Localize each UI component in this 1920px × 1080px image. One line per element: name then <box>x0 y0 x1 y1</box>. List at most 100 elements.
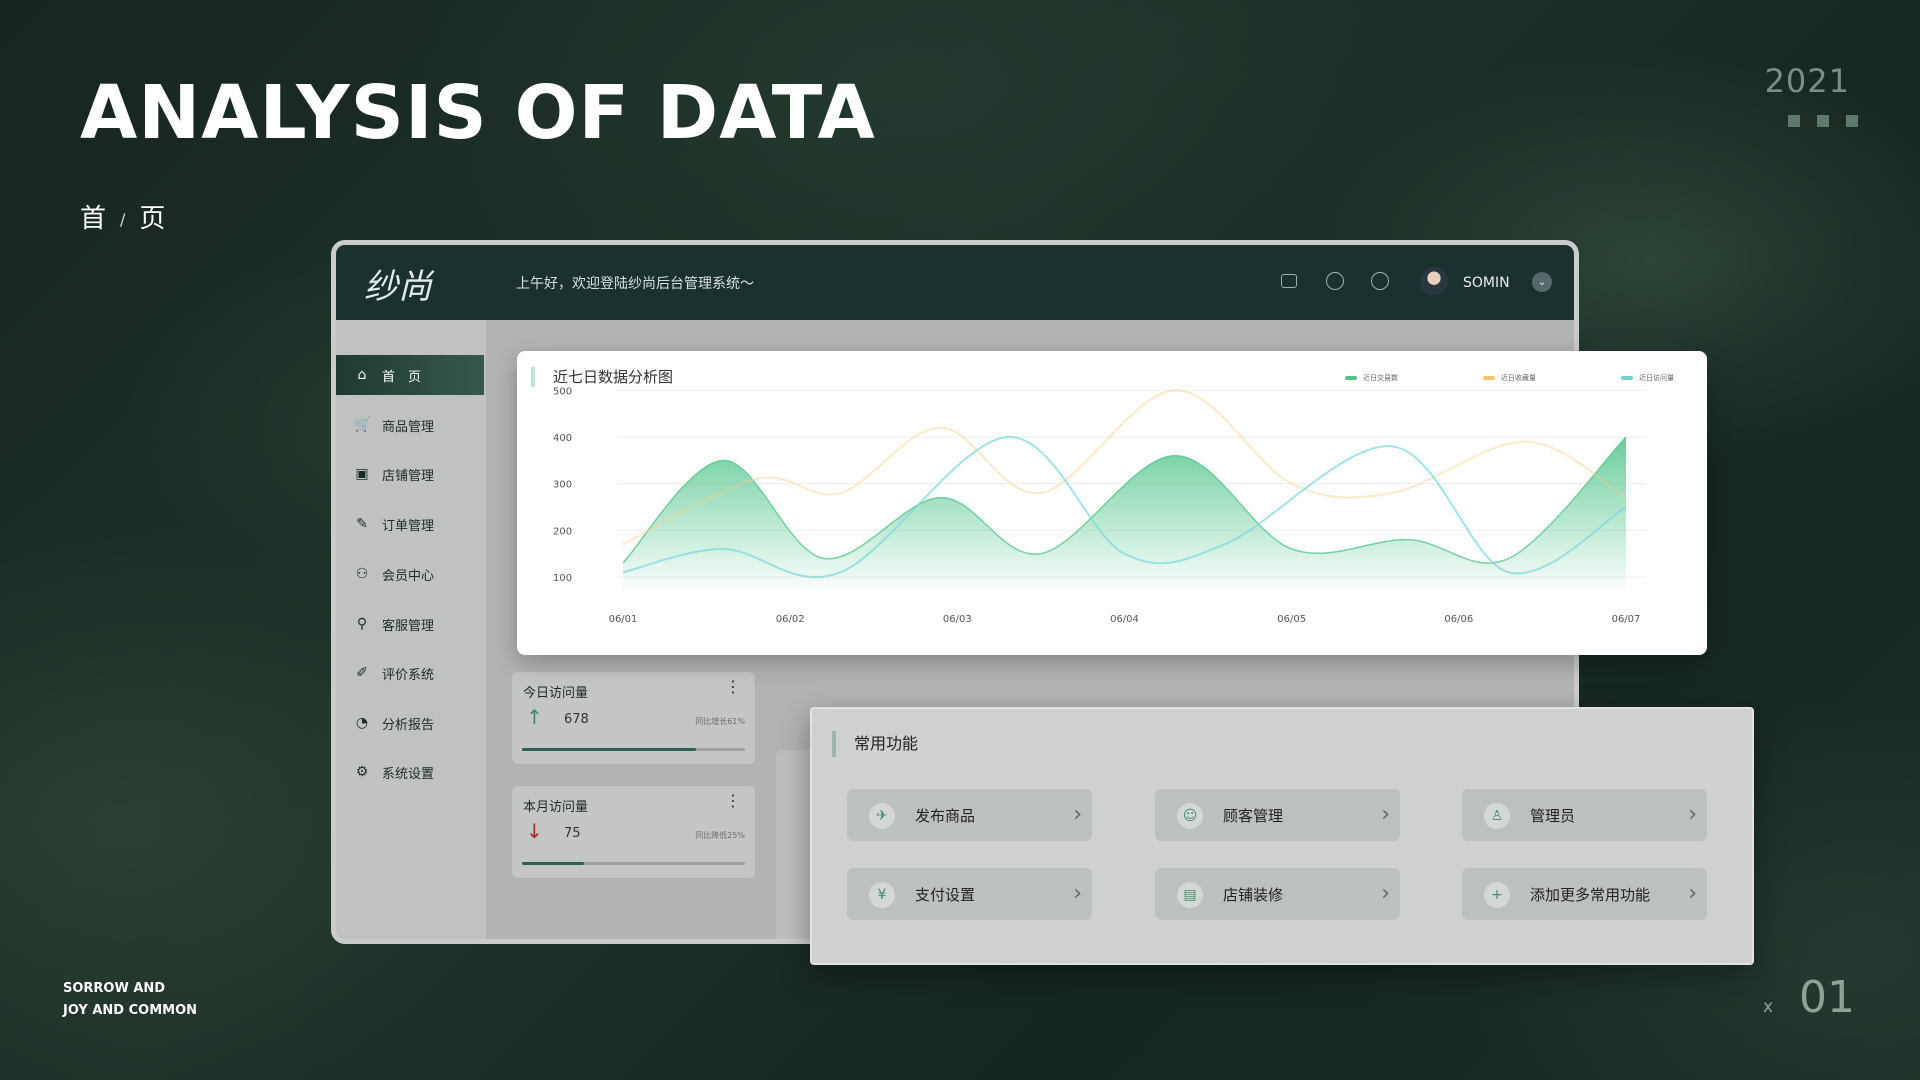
gear-icon: ⚙ <box>355 764 369 780</box>
sidebar-item-label: 店铺管理 <box>382 468 435 484</box>
order-edit-icon: ✎ <box>356 516 368 532</box>
customer-icon: ☺ <box>1177 803 1203 829</box>
sidebar-item-label: 系统设置 <box>382 766 435 782</box>
shop-decor-icon: ▤ <box>1177 882 1203 908</box>
sidebar-item-2[interactable]: ▣ 店铺管理 <box>336 454 484 494</box>
sidebar-item-5[interactable]: ⚲ 客服管理 <box>336 604 484 644</box>
arrow-up-icon: ↑ <box>526 705 543 729</box>
footer-line-1: SORROW AND <box>63 981 166 996</box>
chevron-right-icon: › <box>1688 802 1697 827</box>
sidebar-item-label: 会员中心 <box>382 568 435 584</box>
function-button-3[interactable]: ¥ 支付设置 › <box>847 868 1092 920</box>
sidebar-item-label: 客服管理 <box>382 618 435 634</box>
page-number: x 01 <box>1763 972 1855 1023</box>
chevron-right-icon: › <box>1688 881 1697 906</box>
function-button-label: 顾客管理 <box>1223 806 1284 825</box>
x-tick-label: 06/04 <box>1110 614 1139 625</box>
more-icon[interactable]: ⋮ <box>725 679 741 695</box>
page-x: x <box>1762 997 1773 1017</box>
month-visits-compare: 同比降低25% <box>695 831 745 840</box>
store-icon: ▣ <box>355 466 369 482</box>
today-visits-compare: 同比增长61% <box>695 717 745 726</box>
cart-icon: 🛒 <box>354 417 372 433</box>
page-number-value: 01 <box>1799 972 1855 1023</box>
message-icon[interactable] <box>1281 274 1297 288</box>
admin-icon: ♙ <box>1484 803 1510 829</box>
y-tick-label: 300 <box>553 480 572 491</box>
month-visits-card: 本月访问量 ⋮ ↓ 75 同比降低25% <box>512 786 755 878</box>
sidebar-item-8[interactable]: ⚙ 系统设置 <box>336 752 484 792</box>
line-area-chart: 500 400 300 200 100 06/01 06/02 06/03 06/04 06/05… <box>553 386 1646 625</box>
chevron-down-icon[interactable]: ⌄ <box>1532 272 1552 292</box>
chevron-right-icon: › <box>1381 802 1390 827</box>
year-label: 2021 <box>1764 62 1850 100</box>
y-tick-label: 200 <box>553 526 572 537</box>
greeting-text: 上午好，欢迎登陆纱尚后台管理系统～ <box>516 276 754 292</box>
x-tick-label: 06/01 <box>609 614 638 625</box>
series-area-transactions <box>623 437 1626 591</box>
breadcrumb-separator: / <box>120 210 126 229</box>
brand-logo[interactable]: 纱尚 <box>364 259 432 308</box>
sidebar-item-4[interactable]: ⚇ 会员中心 <box>336 554 484 594</box>
functions-title: 常用功能 <box>832 731 918 757</box>
y-tick-label: 100 <box>553 573 572 584</box>
arrow-down-icon: ↓ <box>526 819 543 843</box>
more-icon[interactable]: ⋮ <box>725 793 741 809</box>
function-button-4[interactable]: ▤ 店铺装修 › <box>1155 868 1400 920</box>
sidebar-item-label: 首 页 <box>382 369 422 385</box>
sidebar-item-0[interactable]: ⌂ 首 页 <box>336 355 484 395</box>
x-tick-label: 06/05 <box>1277 614 1306 625</box>
sidebar-item-label: 订单管理 <box>382 518 435 534</box>
top-bar: 纱尚 上午好，欢迎登陆纱尚后台管理系统～ SOMIN ⌄ <box>336 245 1574 320</box>
x-tick-label: 06/03 <box>943 614 972 625</box>
function-button-label: 店铺装修 <box>1223 885 1284 904</box>
username[interactable]: SOMIN <box>1463 275 1510 291</box>
today-visits-card: 今日访问量 ⋮ ↑ 678 同比增长61% <box>512 672 755 764</box>
y-tick-label: 500 <box>553 386 572 397</box>
breadcrumb: 首 / 页 <box>80 198 165 235</box>
function-button-label: 管理员 <box>1530 806 1576 825</box>
search-icon[interactable] <box>1326 272 1344 290</box>
sidebar-item-label: 商品管理 <box>382 419 435 435</box>
sidebar: ⌂ 首 页 🛒 商品管理 ▣ 店铺管理 ✎ 订单管理 ⚇ 会员中心 ⚲ 客服管理 ✐ 评价系统 ◔ 分析报告 ⚙… <box>336 320 486 939</box>
x-tick-label: 06/02 <box>776 614 805 625</box>
function-button-5[interactable]: + 添加更多常用功能 › <box>1462 868 1707 920</box>
sidebar-item-6[interactable]: ✐ 评价系统 <box>336 653 484 693</box>
plus-icon: + <box>1484 882 1510 908</box>
service-user-icon: ⚲ <box>356 616 368 632</box>
footer-text: SORROW AND JOY AND COMMON <box>63 978 197 1022</box>
send-icon: ✈ <box>869 803 895 829</box>
chevron-right-icon: › <box>1073 802 1082 827</box>
today-visits-value: 678 <box>564 712 589 727</box>
slide-title: ANALYSIS OF DATA <box>80 70 876 156</box>
common-functions-card: 常用功能 ✈ 发布商品 › ☺ 顾客管理 › ♙ 管理员 › ¥ 支付设置 › ▤ 店铺装修 › + 添加更多常… <box>810 707 1754 965</box>
month-visits-progress <box>522 862 745 865</box>
function-button-2[interactable]: ♙ 管理员 › <box>1462 789 1707 841</box>
avatar[interactable] <box>1420 267 1448 295</box>
breadcrumb-first: 首 <box>80 204 107 234</box>
sidebar-item-3[interactable]: ✎ 订单管理 <box>336 504 484 544</box>
month-visits-label: 本月访问量 <box>523 800 589 815</box>
chevron-right-icon: › <box>1073 881 1082 906</box>
function-button-label: 添加更多常用功能 <box>1530 885 1651 904</box>
function-button-label: 支付设置 <box>915 885 976 904</box>
decorative-dots <box>1788 115 1858 127</box>
today-visits-progress <box>522 748 745 751</box>
function-button-label: 发布商品 <box>915 806 976 825</box>
chart-card: 近七日数据分析图 近日交易数 近日收藏量 近日访问量 500 400 300 200 1… <box>517 351 1707 655</box>
x-tick-label: 06/06 <box>1444 614 1473 625</box>
sidebar-item-1[interactable]: 🛒 商品管理 <box>336 405 484 445</box>
sidebar-item-7[interactable]: ◔ 分析报告 <box>336 703 484 743</box>
chat-icon: ◔ <box>355 715 369 731</box>
pencil-icon: ✐ <box>356 665 368 681</box>
settings-icon[interactable] <box>1371 272 1389 290</box>
function-button-1[interactable]: ☺ 顾客管理 › <box>1155 789 1400 841</box>
breadcrumb-second: 页 <box>139 204 166 234</box>
footer-line-2: JOY AND COMMON <box>63 1003 198 1018</box>
today-visits-label: 今日访问量 <box>523 686 589 701</box>
y-tick-label: 400 <box>553 433 572 444</box>
members-icon: ⚇ <box>355 566 369 582</box>
home-icon: ⌂ <box>357 367 367 383</box>
chevron-right-icon: › <box>1381 881 1390 906</box>
function-button-0[interactable]: ✈ 发布商品 › <box>847 789 1092 841</box>
